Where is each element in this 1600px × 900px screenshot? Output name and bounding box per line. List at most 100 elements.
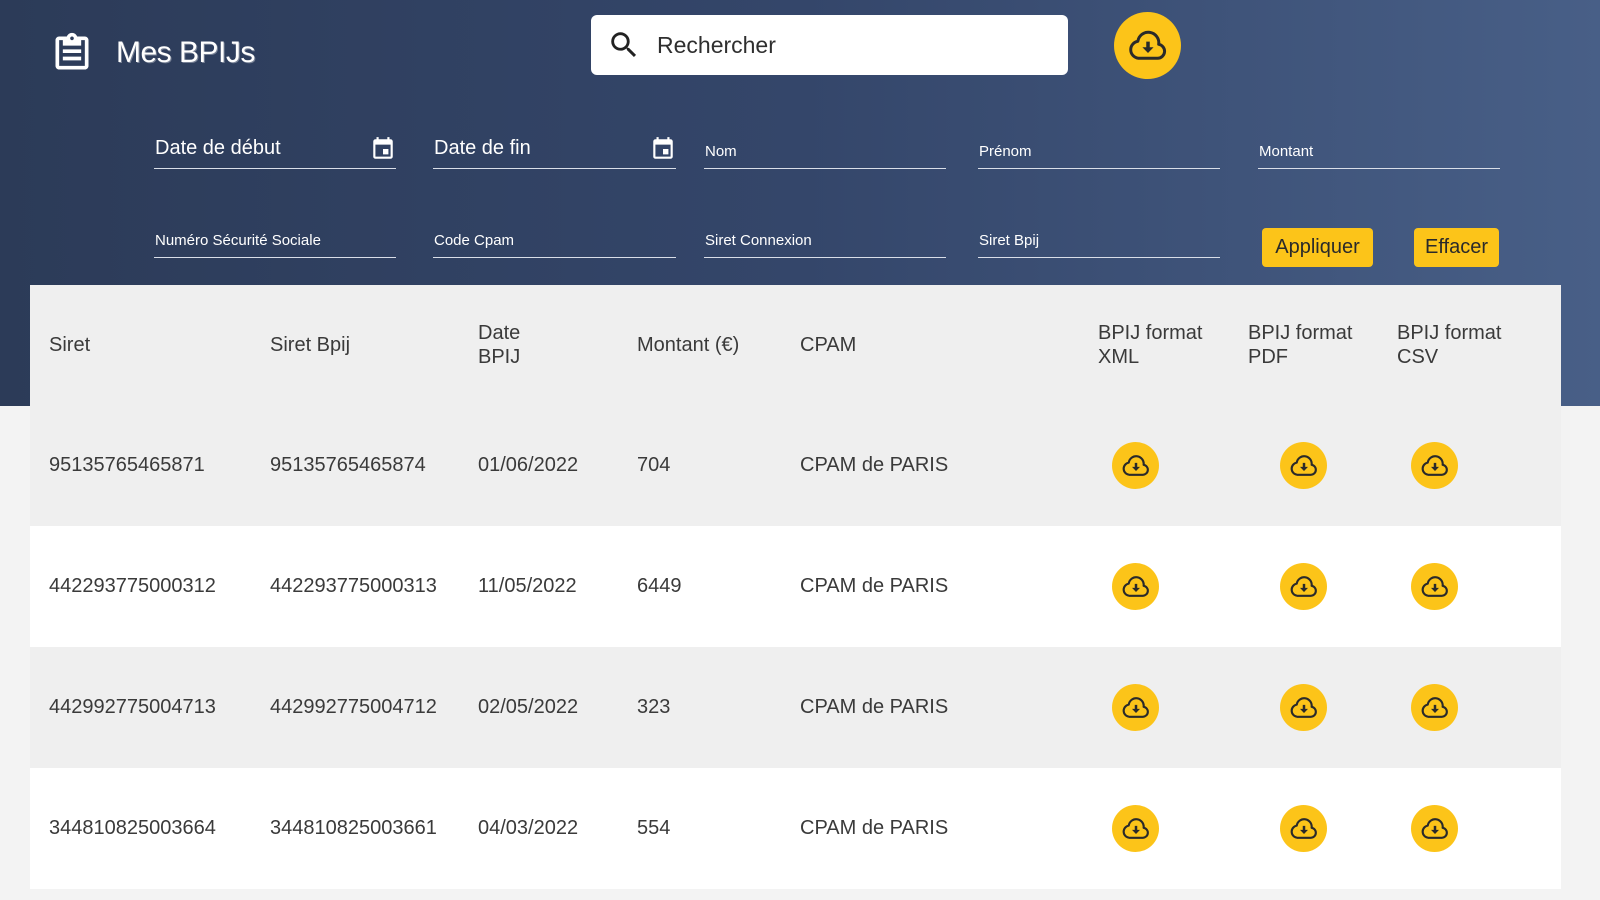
download-pdf-button[interactable]: [1280, 563, 1327, 610]
col-header-montant: Montant (€): [637, 334, 740, 356]
cell-xml: [1112, 768, 1159, 889]
table-row: 442992775004713 442992775004712 02/05/2022…: [30, 647, 1561, 768]
cell-xml: [1112, 647, 1159, 768]
cell-cpam: CPAM de PARIS: [800, 454, 949, 476]
clear-button[interactable]: Effacer: [1414, 228, 1499, 267]
search-bar[interactable]: [591, 15, 1068, 75]
calendar-icon[interactable]: [370, 135, 396, 163]
cell-date: 11/05/2022: [478, 575, 577, 597]
cell-csv: [1411, 768, 1458, 889]
download-xml-button[interactable]: [1112, 684, 1159, 731]
cloud-download-icon: [1121, 451, 1151, 481]
code-cpam-field[interactable]: Code Cpam: [433, 222, 676, 258]
prenom-field[interactable]: Prénom: [978, 133, 1220, 169]
cell-siret-bpij: 442992775004712: [270, 696, 437, 718]
download-pdf-button[interactable]: [1280, 684, 1327, 731]
cell-csv: [1411, 526, 1458, 647]
download-pdf-button[interactable]: [1280, 442, 1327, 489]
siret-bpij-label: Siret Bpij: [979, 232, 1040, 249]
nss-label: Numéro Sécurité Sociale: [155, 232, 321, 249]
cell-siret: 95135765465871: [49, 454, 205, 476]
cloud-download-icon: [1121, 572, 1151, 602]
cloud-download-icon: [1289, 451, 1319, 481]
download-xml-button[interactable]: [1112, 442, 1159, 489]
cloud-download-icon: [1420, 693, 1450, 723]
cell-montant: 6449: [637, 575, 682, 597]
table-row: 442293775000312 442293775000313 11/05/2022…: [30, 526, 1561, 647]
cell-pdf: [1280, 647, 1327, 768]
cell-montant: 323: [637, 696, 671, 718]
cell-csv: [1411, 647, 1458, 768]
cell-date: 02/05/2022: [478, 696, 579, 718]
cloud-download-icon: [1121, 693, 1151, 723]
cloud-download-icon: [1121, 814, 1151, 844]
cloud-download-icon: [1289, 814, 1319, 844]
download-csv-button[interactable]: [1411, 805, 1458, 852]
cell-cpam: CPAM de PARIS: [800, 817, 949, 839]
cell-pdf: [1280, 768, 1327, 889]
cell-siret-bpij: 442293775000313: [270, 575, 437, 597]
cloud-download-icon: [1289, 572, 1319, 602]
cloud-download-icon: [1420, 814, 1450, 844]
cell-montant: 554: [637, 817, 671, 839]
start-date-field[interactable]: Date de début: [154, 133, 396, 169]
cell-csv: [1411, 405, 1458, 526]
montant-field[interactable]: Montant: [1258, 133, 1500, 169]
table-row: 95135765465871 95135765465874 01/06/2022 70…: [30, 405, 1561, 526]
nom-label: Nom: [705, 143, 737, 160]
cell-date: 01/06/2022: [478, 454, 579, 476]
table-body: 95135765465871 95135765465874 01/06/2022 70…: [30, 405, 1561, 889]
clipboard-list-icon: [50, 30, 94, 76]
apply-button[interactable]: Appliquer: [1262, 228, 1373, 267]
cell-pdf: [1280, 526, 1327, 647]
bpij-table: Siret Siret Bpij Date BPIJ Montant (€) C…: [30, 285, 1561, 889]
search-icon[interactable]: [607, 28, 641, 62]
nom-field[interactable]: Nom: [704, 133, 946, 169]
table-header: Siret Siret Bpij Date BPIJ Montant (€) C…: [30, 285, 1561, 405]
brand: Mes BPIJs: [50, 30, 255, 76]
download-csv-button[interactable]: [1411, 684, 1458, 731]
cell-xml: [1112, 405, 1159, 526]
cell-siret-bpij: 344810825003661: [270, 817, 437, 839]
prenom-label: Prénom: [979, 143, 1032, 160]
col-header-csv: BPIJ format CSV: [1397, 322, 1502, 368]
table-row: 344810825003664 344810825003661 04/03/2022…: [30, 768, 1561, 889]
cloud-download-icon: [1420, 572, 1450, 602]
col-header-date: Date BPIJ: [478, 322, 521, 368]
siret-bpij-field[interactable]: Siret Bpij: [978, 222, 1220, 258]
download-xml-button[interactable]: [1112, 805, 1159, 852]
end-date-label: Date de fin: [434, 137, 531, 159]
download-all-button[interactable]: [1114, 12, 1181, 79]
download-pdf-button[interactable]: [1280, 805, 1327, 852]
col-header-siret: Siret: [49, 334, 91, 356]
start-date-label: Date de début: [155, 137, 281, 159]
end-date-field[interactable]: Date de fin: [433, 133, 676, 169]
cell-siret: 442293775000312: [49, 575, 216, 597]
download-csv-button[interactable]: [1411, 563, 1458, 610]
col-header-xml: BPIJ format XML: [1098, 322, 1203, 368]
cell-cpam: CPAM de PARIS: [800, 696, 949, 718]
cloud-download-icon: [1289, 693, 1319, 723]
siret-connexion-label: Siret Connexion: [705, 232, 812, 249]
cell-siret-bpij: 95135765465874: [270, 454, 426, 476]
cell-pdf: [1280, 405, 1327, 526]
download-xml-button[interactable]: [1112, 563, 1159, 610]
cell-cpam: CPAM de PARIS: [800, 575, 949, 597]
cell-date: 04/03/2022: [478, 817, 579, 839]
siret-connexion-field[interactable]: Siret Connexion: [704, 222, 946, 258]
cell-siret: 344810825003664: [49, 817, 216, 839]
search-input[interactable]: [655, 30, 1039, 60]
page-title: Mes BPIJs: [116, 36, 255, 69]
col-header-cpam: CPAM: [800, 334, 857, 356]
code-cpam-label: Code Cpam: [434, 232, 515, 249]
montant-label: Montant: [1259, 143, 1314, 160]
nss-field[interactable]: Numéro Sécurité Sociale: [154, 222, 396, 258]
cloud-download-icon: [1127, 25, 1169, 67]
col-header-pdf: BPIJ format PDF: [1248, 322, 1353, 368]
calendar-icon[interactable]: [650, 135, 676, 163]
cell-xml: [1112, 526, 1159, 647]
cloud-download-icon: [1420, 451, 1450, 481]
col-header-siret-bpij: Siret Bpij: [270, 334, 351, 356]
download-csv-button[interactable]: [1411, 442, 1458, 489]
cell-siret: 442992775004713: [49, 696, 216, 718]
